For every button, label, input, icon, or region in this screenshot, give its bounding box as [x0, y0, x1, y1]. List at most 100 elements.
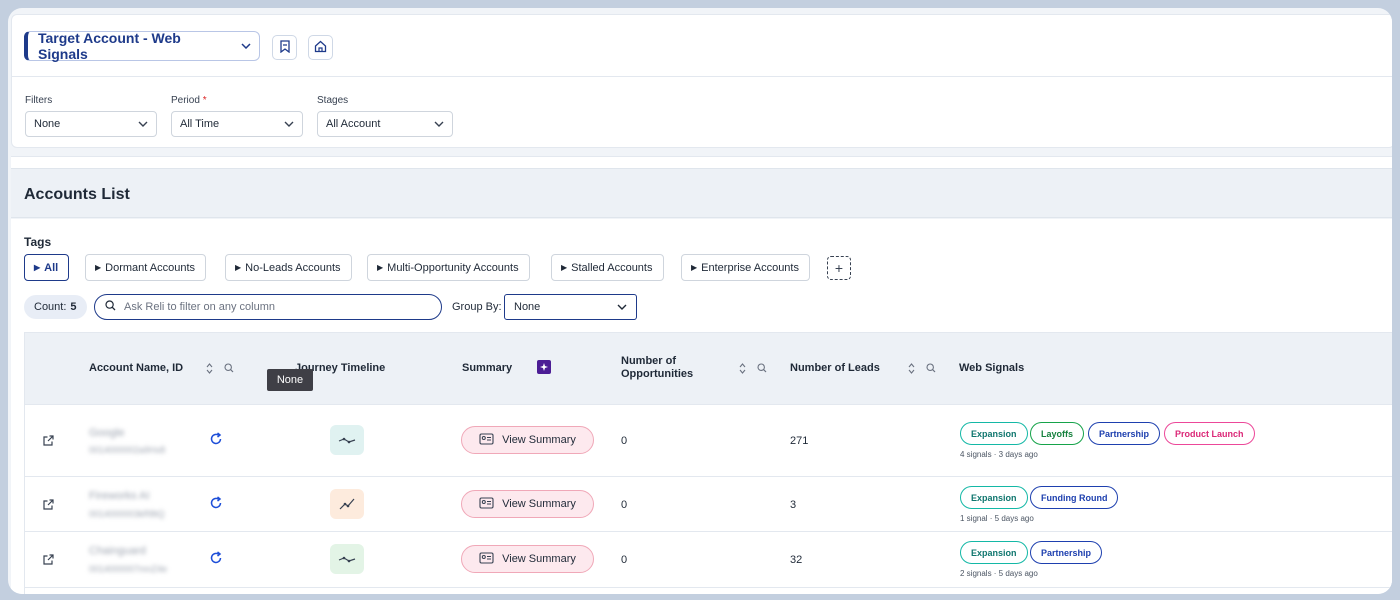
account-name[interactable]: Fireworks AI [89, 490, 150, 502]
tag-icon: ▶ [235, 263, 242, 272]
period-select-value: All Time [180, 118, 220, 130]
external-link-icon[interactable] [42, 434, 55, 450]
column-number-of-leads: Number of Leads [790, 362, 880, 374]
id-card-icon [479, 432, 494, 448]
group-by-label: Group By: [452, 301, 502, 313]
search-input[interactable] [124, 301, 424, 313]
tag-no-leads-accounts[interactable]: ▶ No-Leads Accounts [225, 254, 352, 281]
tag-stalled-accounts[interactable]: ▶ Stalled Accounts [551, 254, 664, 281]
opportunities-count: 0 [621, 499, 628, 511]
tag-icon: ▶ [95, 263, 102, 272]
tag-dormant-accounts[interactable]: ▶ Dormant Accounts [85, 254, 207, 281]
refresh-icon[interactable] [209, 496, 223, 513]
view-summary-button[interactable]: View Summary [461, 545, 594, 573]
home-icon [314, 40, 327, 56]
signal-meta: 1 signal · 5 days ago [960, 514, 1034, 523]
bookmark-button[interactable] [272, 35, 297, 60]
report-title-dropdown[interactable]: Target Account - Web Signals [24, 30, 260, 62]
signal-chip-expansion[interactable]: Expansion [960, 541, 1028, 564]
column-search-icon[interactable] [224, 363, 234, 375]
tag-icon: ▶ [691, 263, 698, 272]
group-by-value: None [514, 301, 541, 313]
filters-select[interactable]: None [25, 111, 157, 137]
tag-multi-opportunity-accounts[interactable]: ▶ Multi-Opportunity Accounts [367, 254, 530, 281]
journey-chart-icon[interactable] [330, 425, 364, 455]
period-select[interactable]: All Time [171, 111, 303, 137]
external-link-icon[interactable] [42, 498, 55, 514]
sort-icon[interactable] [739, 363, 746, 376]
tooltip: None [267, 369, 313, 391]
accounts-list-title: Accounts List [24, 186, 130, 203]
signal-chip-partnership[interactable]: Partnership [1030, 541, 1103, 564]
count-value: 5 [70, 301, 77, 313]
filters-select-value: None [34, 118, 61, 130]
leads-count: 271 [790, 435, 809, 447]
tag-enterprise-accounts[interactable]: ▶ Enterprise Accounts [681, 254, 810, 281]
tag-label: No-Leads Accounts [245, 261, 341, 274]
stages-label: Stages [317, 95, 349, 106]
signal-chip-expansion[interactable]: Expansion [960, 422, 1028, 445]
sort-icon[interactable] [908, 363, 915, 376]
period-label: Period * [171, 95, 207, 106]
opportunities-count: 0 [621, 435, 628, 447]
count-badge: Count: 5 [24, 295, 87, 319]
stages-select[interactable]: All Account [317, 111, 453, 137]
app-window: Target Account - Web Signals Filters Non… [8, 8, 1392, 594]
accounts-list-header: Accounts List [11, 168, 1392, 218]
column-number-of-opportunities: Number of Opportunities [621, 355, 694, 380]
account-id: 0014000003kR8tQ [89, 509, 165, 519]
group-by-select[interactable]: None [504, 294, 637, 320]
refresh-icon[interactable] [209, 551, 223, 568]
required-marker: * [202, 95, 207, 106]
id-card-icon [479, 551, 494, 567]
leads-count: 32 [790, 554, 803, 566]
tag-label: All [44, 261, 59, 274]
ask-reli-search[interactable] [94, 294, 442, 320]
view-summary-label: View Summary [502, 553, 576, 565]
chevron-down-icon [241, 40, 251, 52]
chevron-down-icon [434, 118, 444, 130]
external-link-icon[interactable] [42, 553, 55, 569]
chevron-down-icon [138, 118, 148, 130]
column-web-signals: Web Signals [959, 362, 1025, 374]
home-button[interactable] [308, 35, 333, 60]
signal-meta: 2 signals · 5 days ago [960, 569, 1038, 578]
accounts-table: Account Name, ID Journey Timeline Summar… [24, 332, 1392, 594]
view-summary-label: View Summary [502, 498, 576, 510]
view-summary-button[interactable]: View Summary [461, 490, 594, 518]
header-divider [12, 76, 1392, 77]
journey-chart-icon[interactable] [330, 544, 364, 574]
tag-label: Enterprise Accounts [701, 261, 799, 274]
signal-chip-expansion[interactable]: Expansion [960, 486, 1028, 509]
view-summary-button[interactable]: View Summary [461, 426, 594, 454]
table-row: Fireworks AI 0014000003kR8tQ View Summar… [25, 477, 1392, 532]
signal-chip-product-launch[interactable]: Product Launch [1164, 422, 1255, 445]
tag-all[interactable]: ▶ All [24, 254, 70, 281]
report-title: Target Account - Web Signals [38, 30, 181, 62]
table-row: Chainguard 0014000007mnZ4e View Summary … [25, 532, 1392, 588]
journey-chart-icon[interactable] [330, 489, 364, 519]
column-summary: Summary [462, 362, 513, 374]
tag-icon: ▶ [34, 263, 41, 272]
column-account-name: Account Name, ID [89, 362, 184, 374]
leads-count: 3 [790, 499, 797, 511]
view-summary-label: View Summary [502, 434, 576, 446]
ai-sparkle-icon[interactable] [537, 360, 551, 374]
tag-label: Stalled Accounts [571, 261, 653, 274]
tags-label: Tags [24, 235, 52, 249]
column-search-icon[interactable] [926, 363, 936, 375]
column-search-icon[interactable] [757, 363, 767, 375]
add-tag-button[interactable]: + [827, 256, 851, 280]
stages-select-value: All Account [326, 118, 381, 130]
signal-chip-funding-round[interactable]: Funding Round [1030, 486, 1119, 509]
refresh-icon[interactable] [209, 432, 223, 449]
accounts-list-body: Tags ▶ All ▶ Dormant Accounts ▶ No-Leads… [11, 219, 1392, 594]
signal-chip-partnership[interactable]: Partnership [1088, 422, 1161, 445]
signal-chip-layoffs[interactable]: Layoffs [1030, 422, 1085, 445]
sort-icon[interactable] [206, 363, 213, 376]
account-name[interactable]: Chainguard [89, 545, 146, 557]
table-row: Google 0014000002a9Hx8 View Summary 0 27… [25, 405, 1392, 477]
search-icon [105, 300, 116, 314]
account-name[interactable]: Google [89, 427, 124, 439]
tag-icon: ▶ [377, 263, 384, 272]
